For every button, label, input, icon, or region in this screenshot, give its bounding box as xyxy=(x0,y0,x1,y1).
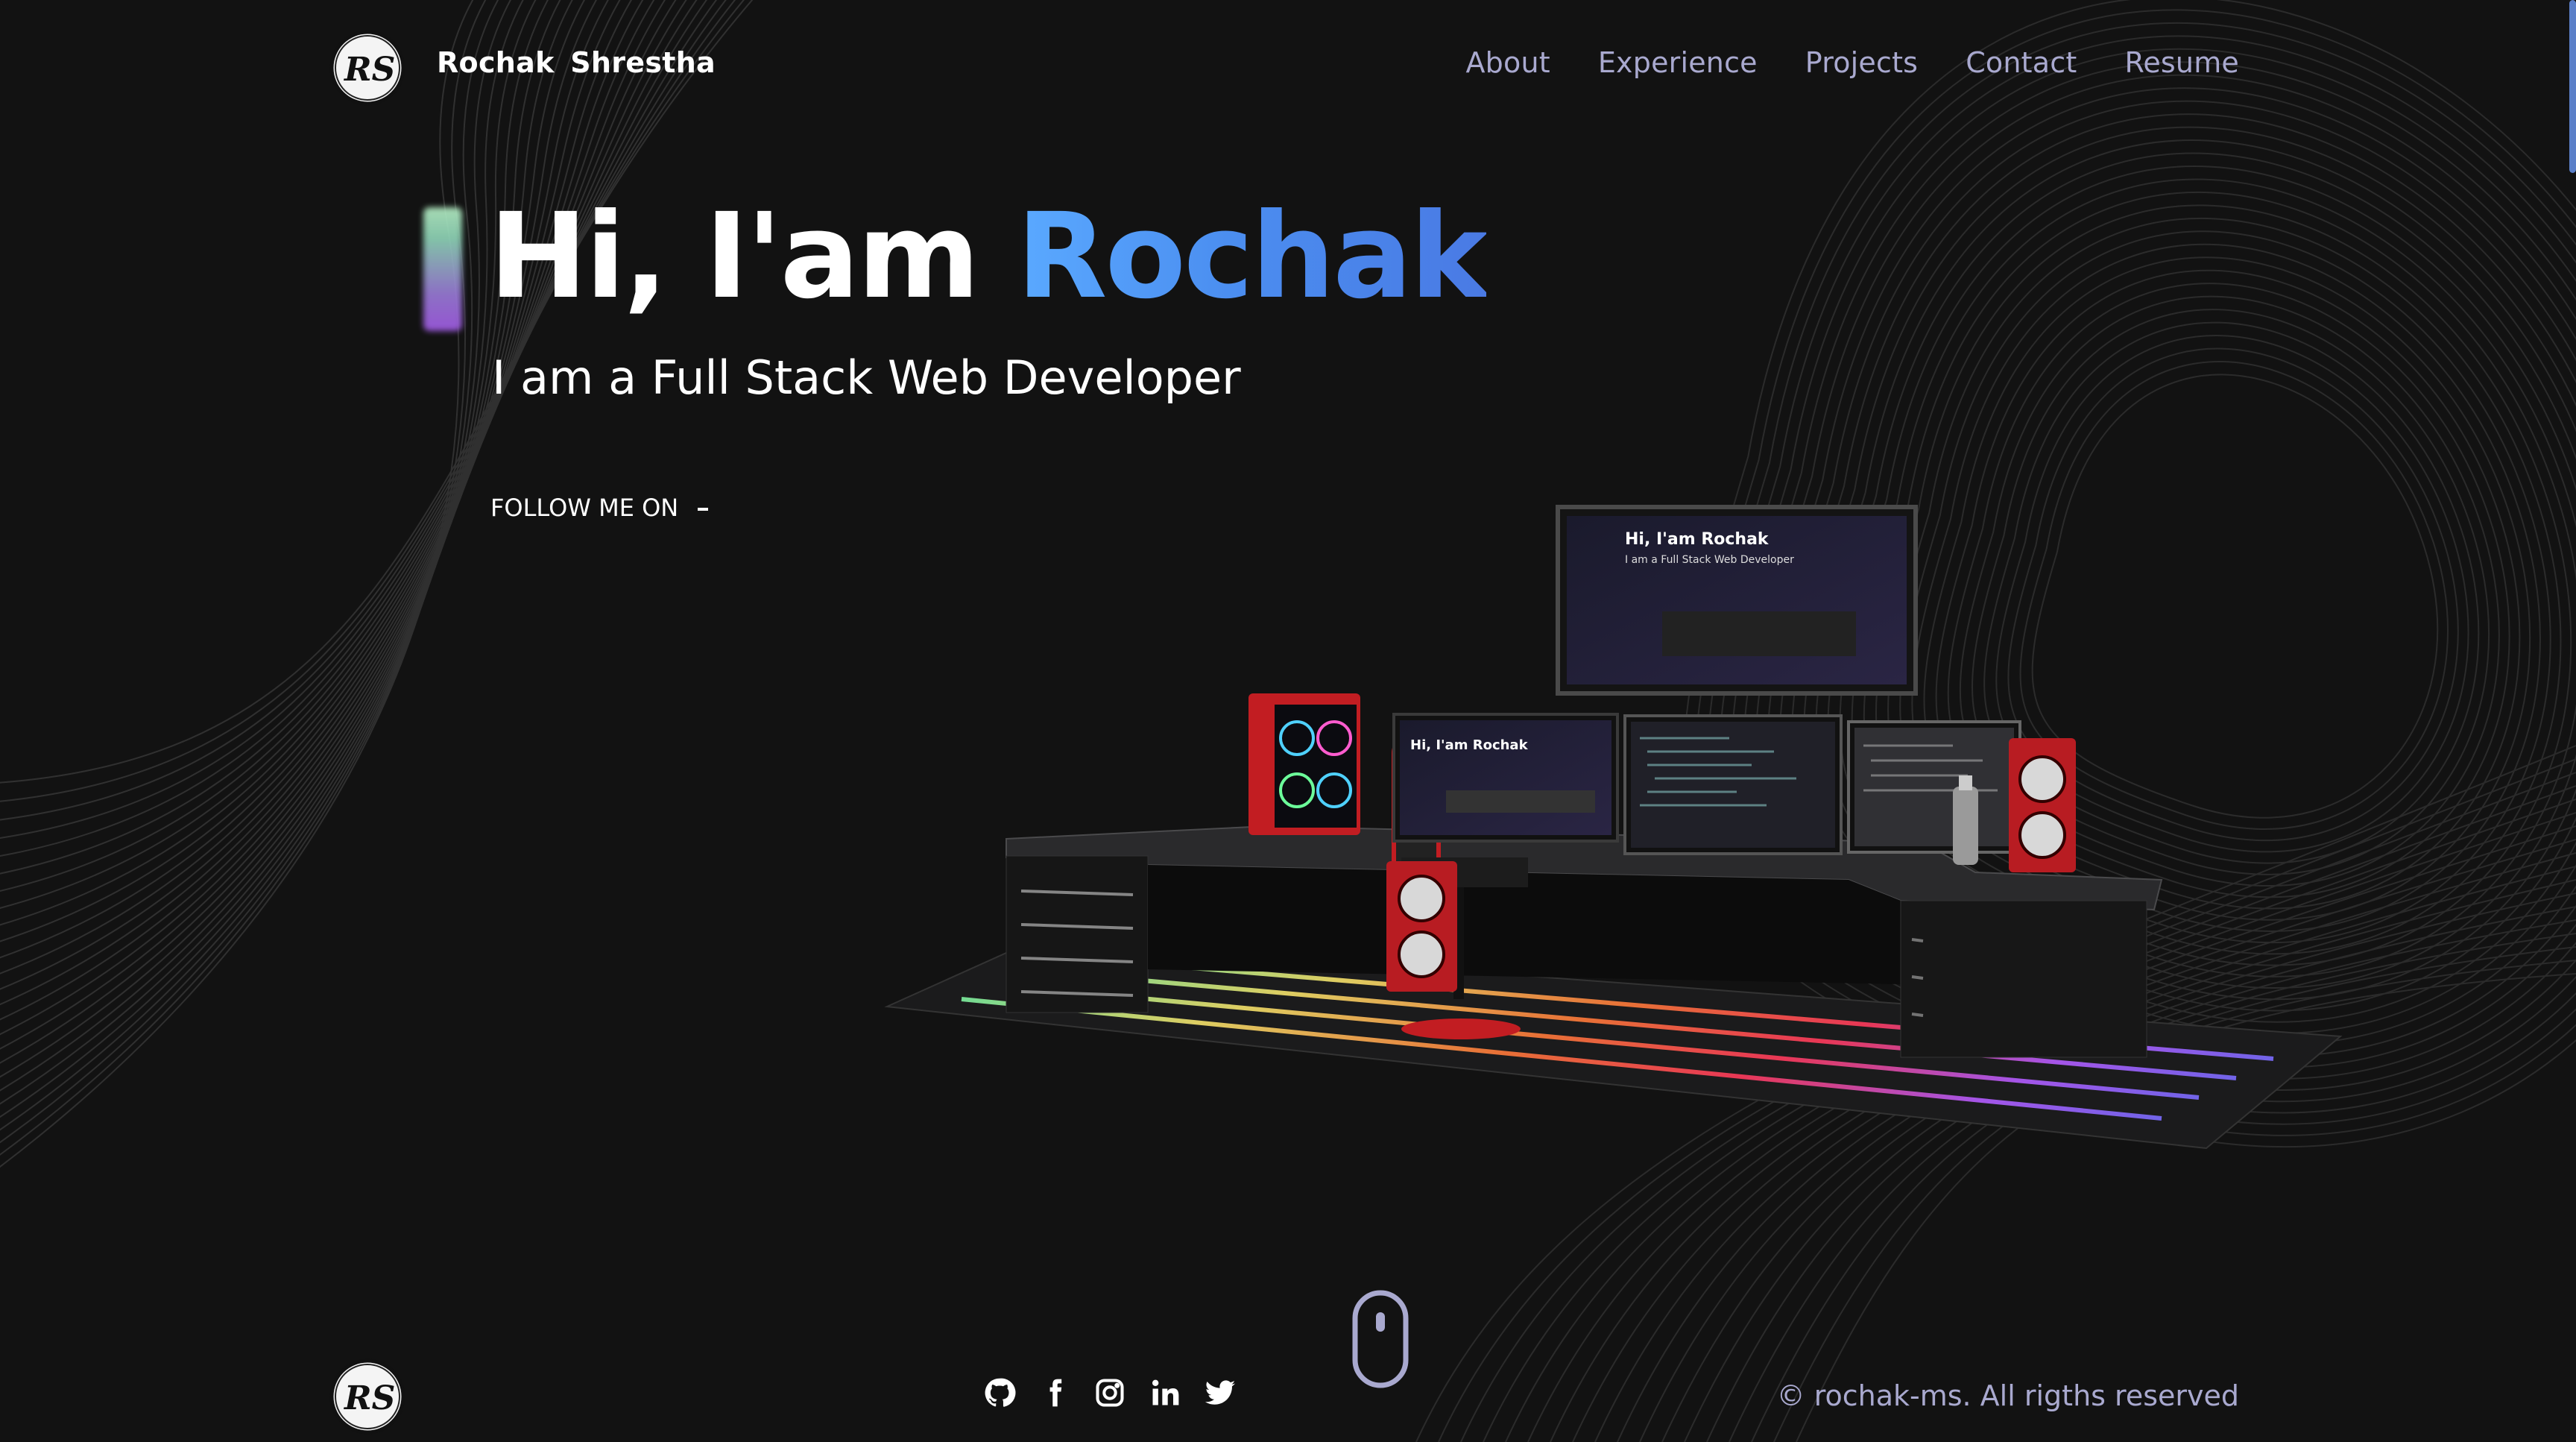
follow-label: FOLLOW ME ON xyxy=(490,494,679,522)
hero-accent-bar xyxy=(423,207,462,331)
monitor-left: Hi, I'am Rochak xyxy=(1392,713,1619,843)
logo[interactable]: RS xyxy=(328,28,407,107)
speaker-left xyxy=(1386,861,1457,992)
spray-bottle xyxy=(1953,775,1978,865)
social-links xyxy=(982,1376,1237,1410)
scroll-mouse-icon[interactable] xyxy=(1351,1288,1410,1390)
logo-letter-r: RS xyxy=(343,51,395,89)
speaker-right xyxy=(2009,738,2076,872)
follow-dash xyxy=(698,508,709,511)
brand-name[interactable]: Rochak Shrestha xyxy=(437,46,716,79)
nav-about[interactable]: About xyxy=(1465,46,1550,79)
nav-experience[interactable]: Experience xyxy=(1598,46,1758,79)
instagram-icon[interactable] xyxy=(1093,1376,1127,1410)
monitor-left-title: Hi, I'am Rochak xyxy=(1410,737,1529,753)
left-drawer-cabinet xyxy=(1006,855,1149,1013)
footer-logo[interactable]: RS xyxy=(328,1357,407,1436)
nav-projects[interactable]: Projects xyxy=(1805,46,1918,79)
nav-contact[interactable]: Contact xyxy=(1966,46,2077,79)
copyright-text: © rochak-ms. All rigths reserved xyxy=(1776,1379,2239,1412)
linkedin-icon[interactable] xyxy=(1148,1376,1182,1410)
hero-subtitle: I am a Full Stack Web Developer xyxy=(492,350,1241,405)
hero-greeting: Hi, I'am xyxy=(489,188,1017,325)
pc-case-left xyxy=(1248,693,1360,835)
desk-setup-3d-scene[interactable]: Hi, I'am Rochak Hi, I'am Rochak I am a F… xyxy=(880,492,2355,1163)
monitor-top: Hi, I'am Rochak I am a Full Stack Web De… xyxy=(1556,505,1918,696)
twitter-icon[interactable] xyxy=(1203,1376,1237,1410)
nav-resume[interactable]: Resume xyxy=(2124,46,2239,79)
follow-me: FOLLOW ME ON xyxy=(490,494,709,522)
monitor-center-code xyxy=(1623,714,1843,855)
right-drawer-cabinet xyxy=(1900,900,2147,1058)
hero-title: Hi, I'am Rochak xyxy=(489,188,1489,325)
hero-name: Rochak xyxy=(1016,188,1489,325)
github-icon[interactable] xyxy=(982,1376,1017,1410)
facebook-icon[interactable] xyxy=(1038,1376,1072,1410)
portfolio-page: RS Rochak Shrestha About Experience Proj… xyxy=(0,0,2576,1442)
main-nav: About Experience Projects Contact Resume xyxy=(1465,46,2239,79)
footer-logo-letters: RS xyxy=(343,1379,395,1417)
monitor-top-title: Hi, I'am Rochak xyxy=(1625,530,1770,549)
monitor-right-code xyxy=(1847,720,2021,854)
scrollbar-thumb[interactable] xyxy=(2569,0,2576,173)
monitor-top-subtitle: I am a Full Stack Web Developer xyxy=(1625,554,1794,566)
